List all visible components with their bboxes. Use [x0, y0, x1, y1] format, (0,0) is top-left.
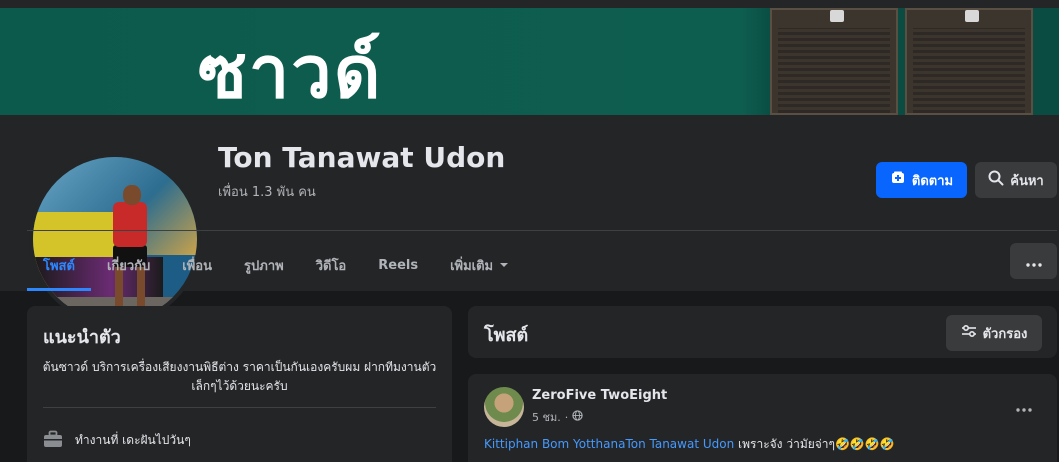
post-body: เพราะจัง ว่ามัยจ่าๆ🤣🤣🤣🤣 — [734, 437, 895, 451]
avatar-person-head — [123, 185, 141, 205]
caret-down-icon — [499, 258, 509, 273]
post-author-name[interactable]: ZeroFive TwoEight — [532, 388, 667, 403]
sliders-icon — [961, 324, 977, 342]
speaker-right — [905, 8, 1033, 115]
profile-header: Ton Tanawat Udon เพื่อน 1.3 พัน คน ติดตา… — [0, 115, 1059, 325]
tab-posts[interactable]: โพสต์ — [27, 239, 91, 291]
intro-work-item: ทำงานที่ เดะฝันไปวันๆ — [43, 430, 191, 451]
more-dots-icon — [1016, 397, 1032, 416]
top-bar — [0, 0, 1059, 8]
intro-card: แนะนำตัว ต้นซาวด์ บริการเครื่องเสียงงานพ… — [27, 306, 452, 462]
tab-reels[interactable]: Reels — [362, 239, 434, 291]
post-time[interactable]: 5 ชม. — [532, 408, 561, 426]
post-card: ZeroFive TwoEight 5 ชม. · Kittiphan Bom … — [468, 374, 1057, 462]
search-button[interactable]: ค้นหา — [975, 162, 1057, 198]
posts-title: โพสต์ — [484, 325, 529, 346]
follow-button[interactable]: ติดตาม — [876, 162, 967, 198]
profile-tabs: โพสต์ เกี่ยวกับ เพื่อน รูปภาพ วิดีโอ Ree… — [27, 239, 525, 291]
header-divider — [27, 230, 1057, 231]
intro-divider — [43, 407, 436, 408]
tab-label: เกี่ยวกับ — [106, 258, 151, 274]
speaker-grill — [778, 28, 890, 113]
separator-dot: · — [564, 410, 569, 424]
search-label: ค้นหา — [1010, 173, 1044, 189]
intro-bio: ต้นซาวด์ บริการเครื่องเสียงงานพิธีต่าง ร… — [42, 360, 437, 393]
speaker-knob — [965, 10, 979, 22]
tab-photos[interactable]: รูปภาพ — [228, 239, 300, 291]
tab-label: โพสต์ — [43, 258, 75, 274]
more-options-button[interactable] — [1010, 243, 1057, 279]
intro-title: แนะนำตัว — [43, 327, 121, 348]
filter-label: ตัวกรอง — [982, 326, 1028, 342]
more-dots-icon — [1025, 252, 1042, 271]
filter-button[interactable]: ตัวกรอง — [946, 315, 1042, 351]
briefcase-icon — [43, 430, 63, 451]
post-author-avatar[interactable] — [484, 387, 524, 427]
tab-label: Reels — [378, 257, 419, 273]
follow-label: ติดตาม — [911, 173, 954, 189]
posts-header-card: โพสต์ ตัวกรอง — [468, 306, 1057, 358]
speaker-knob — [830, 10, 844, 22]
tab-label: เพิ่มเติม — [450, 258, 494, 274]
friends-count[interactable]: เพื่อน 1.3 พัน คน — [218, 181, 316, 202]
mention-link[interactable]: Ton Tanawat Udon — [625, 437, 734, 451]
mention-link[interactable]: Kittiphan Bom Yotthana — [484, 437, 625, 451]
post-menu-button[interactable] — [1008, 394, 1040, 418]
tab-more[interactable]: เพิ่มเติม — [434, 239, 525, 291]
profile-name: Ton Tanawat Udon — [218, 141, 506, 174]
cover-photo[interactable]: ซาวด์ — [0, 8, 1059, 115]
tab-label: วิดีโอ — [315, 258, 347, 274]
globe-icon — [572, 410, 583, 424]
search-icon — [988, 170, 1004, 190]
tab-videos[interactable]: วิดีโอ — [300, 239, 363, 291]
tab-about[interactable]: เกี่ยวกับ — [91, 239, 166, 291]
cover-text: ซาวด์ — [198, 30, 383, 114]
plus-box-icon — [890, 170, 906, 190]
speaker-left — [770, 8, 898, 115]
tab-label: รูปภาพ — [244, 258, 284, 274]
tab-friends[interactable]: เพื่อน — [166, 239, 228, 291]
tab-label: เพื่อน — [182, 258, 213, 274]
post-text: Kittiphan Bom YotthanaTon Tanawat Udon เ… — [484, 435, 895, 454]
speaker-grill — [913, 28, 1025, 113]
post-meta: 5 ชม. · — [532, 408, 583, 426]
work-text: ทำงานที่ เดะฝันไปวันๆ — [75, 433, 191, 447]
